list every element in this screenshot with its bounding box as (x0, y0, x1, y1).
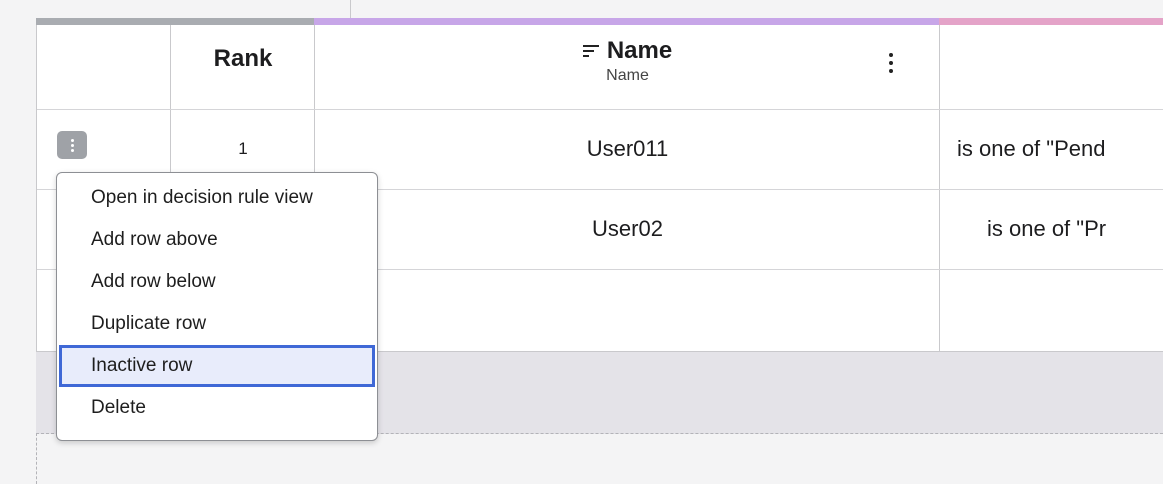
menu-item-inactive-row[interactable]: Inactive row (59, 345, 375, 387)
table-row-2-condition[interactable]: is one of "Pr (940, 216, 1163, 242)
drop-zone-border-left (36, 433, 37, 484)
menu-item-open-decision-rule-view[interactable]: Open in decision rule view (57, 177, 377, 219)
name-column-header[interactable]: Name Name (315, 37, 940, 85)
name-column-menu-icon[interactable] (885, 53, 897, 73)
row-divider (37, 109, 1163, 110)
header-color-bar-purple (314, 18, 939, 25)
menu-item-add-row-below[interactable]: Add row below (57, 261, 377, 303)
table-row-1-condition[interactable]: is one of "Pend (940, 136, 1163, 162)
row-actions-kebab-icon[interactable] (57, 131, 87, 159)
name-column-title: Name (606, 37, 673, 64)
sort-lines-icon[interactable] (582, 42, 599, 60)
row-context-menu: Open in decision rule view Add row above… (56, 172, 378, 441)
column-divider-top (350, 0, 351, 18)
menu-item-add-row-above[interactable]: Add row above (57, 219, 377, 261)
table-row-1-rank: 1 (238, 139, 248, 158)
rank-column-header[interactable]: Rank (171, 45, 315, 73)
header-color-bar-pink (939, 18, 1163, 25)
header-color-bar-grey (36, 18, 314, 25)
menu-item-delete[interactable]: Delete (57, 387, 377, 429)
table-row-1-name[interactable]: User011 (315, 136, 940, 162)
table-row-2-name[interactable]: User02 (315, 216, 940, 242)
menu-item-duplicate-row[interactable]: Duplicate row (57, 303, 377, 345)
name-column-subtitle: Name (606, 67, 649, 84)
